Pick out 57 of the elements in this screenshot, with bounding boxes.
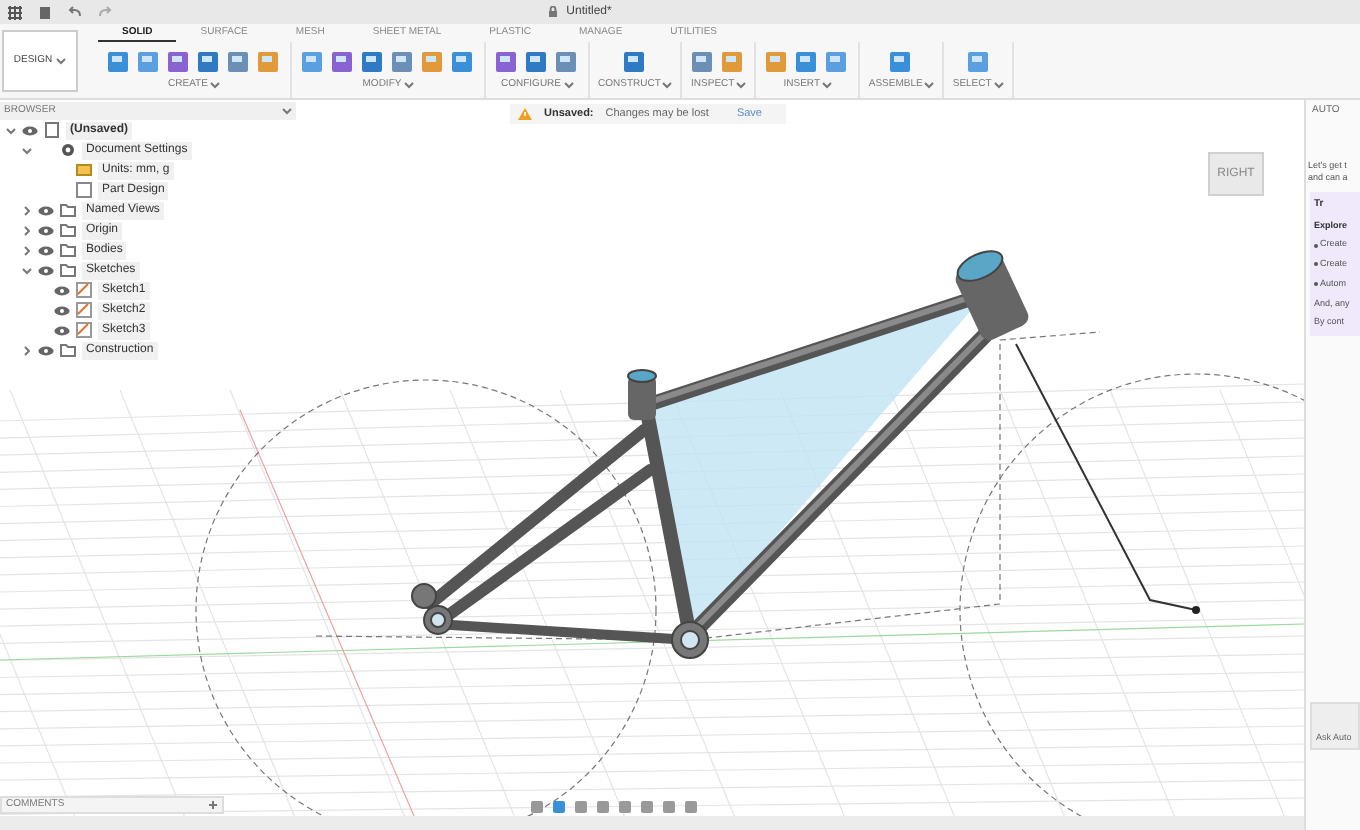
caret-icon[interactable] [662, 80, 673, 91]
tool-icon[interactable] [554, 47, 580, 73]
eye-icon[interactable] [54, 305, 70, 315]
tool-icon[interactable] [690, 47, 717, 73]
sketch-icon [76, 322, 92, 338]
grid-menu-icon[interactable] [8, 5, 22, 19]
page-icon [76, 182, 92, 198]
tool-icon[interactable] [494, 47, 520, 73]
eye-icon[interactable] [38, 205, 54, 215]
tool-icon[interactable] [300, 47, 326, 73]
caret-icon[interactable] [22, 345, 32, 355]
tool-icon[interactable] [166, 47, 192, 73]
zoom-icon[interactable] [596, 800, 610, 814]
caret-icon[interactable] [736, 80, 747, 91]
eye-icon[interactable] [22, 125, 38, 135]
caret-icon[interactable] [822, 80, 833, 91]
tool-icon[interactable] [965, 47, 992, 73]
tool-icon[interactable] [622, 47, 649, 73]
tool-icon[interactable] [450, 47, 476, 73]
lock-icon [548, 6, 559, 18]
tool-icon[interactable] [764, 47, 791, 73]
tool-icon[interactable] [524, 47, 550, 73]
caret-icon[interactable] [563, 80, 573, 91]
eye-icon[interactable] [38, 265, 54, 275]
eye-icon[interactable] [38, 225, 54, 235]
eye-icon[interactable] [38, 245, 54, 255]
file-icon[interactable] [38, 5, 52, 19]
gear-icon [60, 142, 76, 158]
eye-icon[interactable] [54, 285, 70, 295]
tool-icon[interactable] [226, 47, 252, 73]
tool-icon[interactable] [390, 47, 416, 73]
plus-icon[interactable] [208, 800, 218, 810]
tool-icon[interactable] [720, 47, 747, 73]
caret-icon[interactable] [209, 80, 220, 91]
caret-icon[interactable] [924, 80, 935, 91]
tool-icon[interactable] [106, 47, 132, 73]
caret-icon[interactable] [403, 80, 414, 91]
document-icon [44, 122, 60, 138]
sketch-icon [76, 282, 92, 298]
warning-icon [518, 108, 532, 120]
tool-icon[interactable] [196, 47, 222, 73]
eye-icon[interactable] [38, 345, 54, 355]
eye-icon[interactable] [54, 325, 70, 335]
caret-icon[interactable] [282, 106, 292, 116]
caret-icon[interactable] [993, 80, 1004, 91]
tool-icon[interactable] [794, 47, 821, 73]
caret-icon[interactable] [56, 56, 67, 66]
tool-icon[interactable] [256, 47, 282, 73]
folder-icon [60, 342, 76, 358]
tool-icon[interactable] [824, 47, 851, 73]
tool-icon[interactable] [136, 47, 162, 73]
undo-icon[interactable] [68, 5, 82, 19]
tool-icon[interactable] [360, 47, 386, 73]
tool-icon[interactable] [420, 47, 446, 73]
tool-icon[interactable] [330, 47, 356, 73]
tool-icon[interactable] [888, 47, 915, 73]
sketch-icon [76, 302, 92, 318]
